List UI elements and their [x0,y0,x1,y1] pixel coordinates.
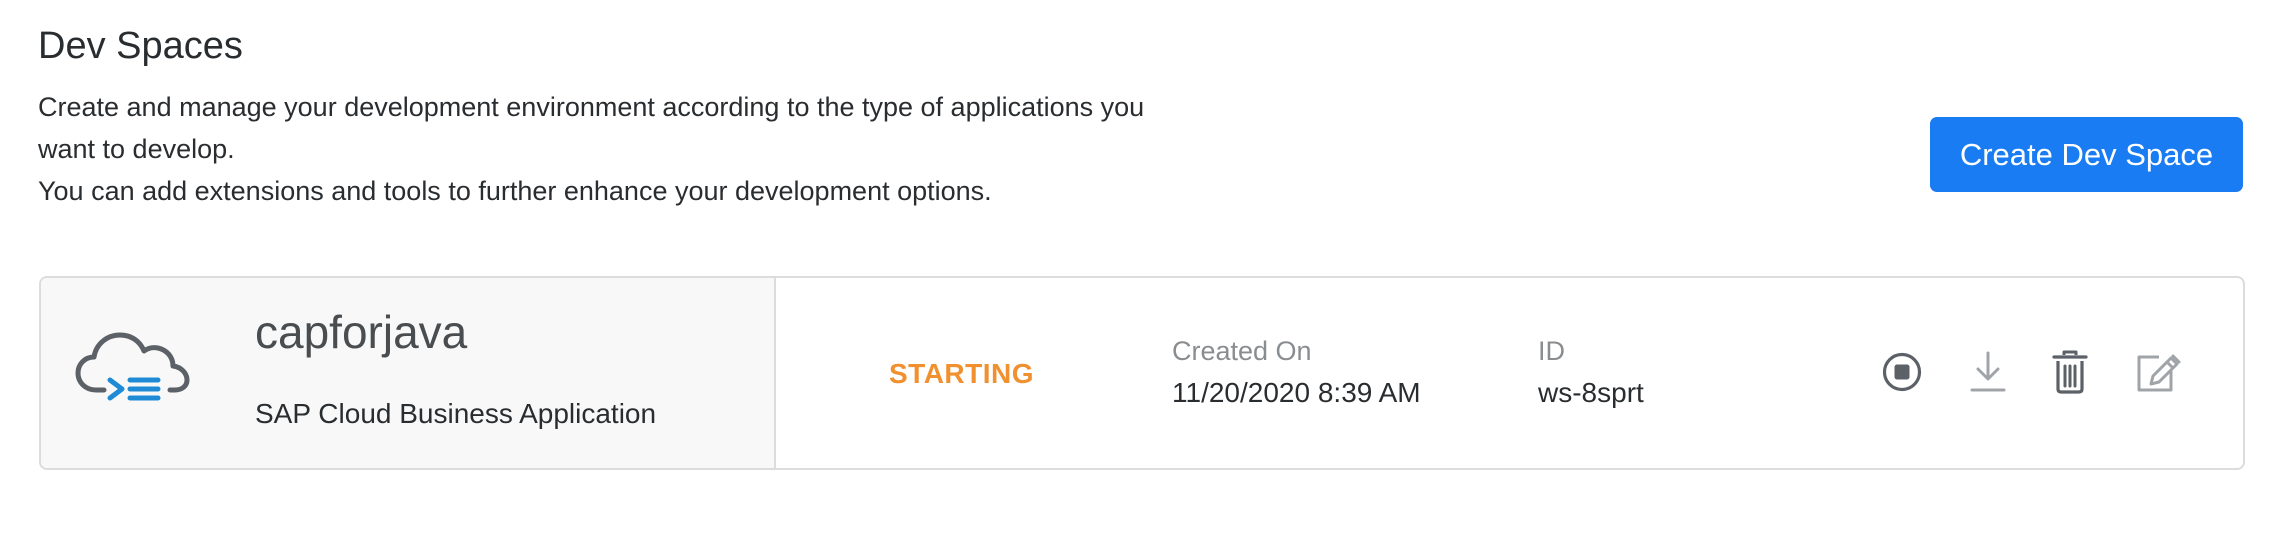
edit-button[interactable] [2133,346,2183,398]
trash-icon [2052,350,2088,394]
create-dev-space-button[interactable]: Create Dev Space [1930,117,2243,192]
dev-spaces-page: Dev Spaces Create and manage your develo… [0,0,2278,542]
id-value: ws-8sprt [1538,377,1644,408]
download-button[interactable] [1963,346,2013,398]
created-on-value: 11/20/2020 8:39 AM [1172,377,1421,408]
dev-space-type: SAP Cloud Business Application [255,398,657,429]
page-description: Create and manage your development envir… [38,86,1318,212]
status-badge: STARTING [889,358,1035,389]
dev-space-summary[interactable]: capforjava SAP Cloud Business Applicatio… [41,278,776,468]
delete-button[interactable] [2045,346,2095,398]
description-line: Create and manage your development envir… [38,92,1145,122]
cloud-terminal-icon [75,332,190,401]
dev-space-name[interactable]: capforjava [255,302,467,362]
stop-button[interactable] [1877,346,1927,398]
download-icon [1970,351,2006,392]
dev-space-card[interactable]: capforjava SAP Cloud Business Applicatio… [39,276,2245,470]
stop-icon [1882,352,1922,392]
description-line: want to develop. [38,134,235,164]
page-title: Dev Spaces [38,25,243,67]
created-on-label: Created On [1172,336,1312,366]
description-line: You can add extensions and tools to furt… [38,176,992,206]
edit-icon [2137,354,2181,392]
id-label: ID [1538,336,1565,366]
